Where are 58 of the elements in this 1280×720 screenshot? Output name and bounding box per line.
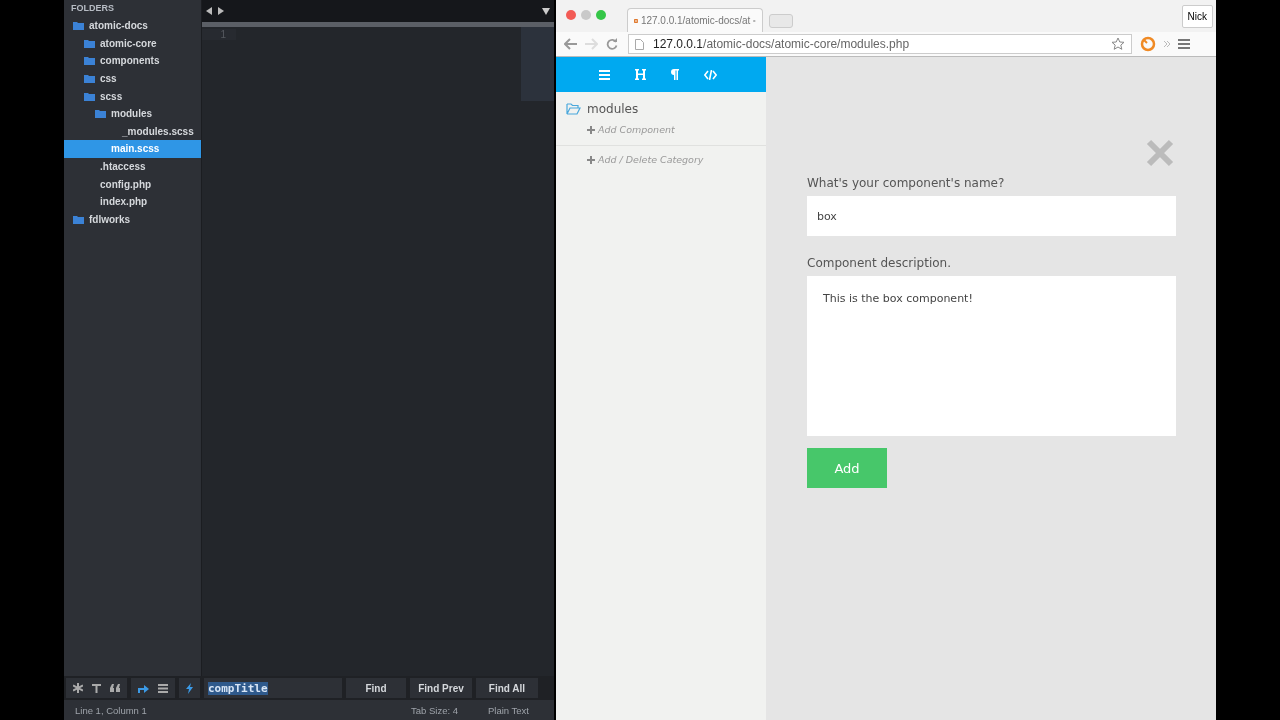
page-icon	[635, 38, 644, 50]
find-field[interactable]: compTitle	[204, 678, 342, 698]
field-label: What's your component's name?	[807, 176, 1006, 190]
folder-icon	[84, 91, 95, 101]
menu-icon[interactable]	[599, 69, 610, 80]
tree-item[interactable]: _modules.scss	[64, 122, 201, 141]
category-item[interactable]: modules	[556, 92, 766, 119]
sidebar-heading: FOLDERS	[70, 2, 115, 15]
profile-button[interactable]: Nick	[1181, 4, 1213, 28]
plus-icon	[587, 155, 595, 164]
case-icon[interactable]	[92, 683, 101, 693]
code-icon[interactable]	[704, 69, 717, 80]
tree-item[interactable]: scss	[64, 87, 201, 105]
folder-icon	[84, 38, 95, 48]
tree-item[interactable]: components	[64, 52, 201, 70]
lightning-icon[interactable]	[186, 682, 193, 694]
wrap-icon[interactable]	[138, 683, 149, 693]
folder-icon	[566, 103, 581, 115]
dropdown-icon[interactable]	[542, 7, 550, 15]
heading-icon[interactable]	[635, 69, 646, 80]
name-field[interactable]: box	[807, 196, 1176, 236]
tree-item[interactable]: atomic-docs	[64, 17, 201, 35]
find-button[interactable]: Find All	[476, 678, 538, 698]
tree-item[interactable]: .htaccess	[64, 157, 201, 176]
menu-icon[interactable]	[1178, 39, 1190, 49]
tree-item[interactable]: fdlworks	[64, 210, 201, 229]
find-button[interactable]: Find Prev	[410, 678, 472, 698]
tab-size[interactable]: Tab Size: 4	[411, 704, 458, 716]
regex-icon[interactable]	[73, 683, 83, 693]
folder-icon	[84, 74, 95, 84]
tree-item[interactable]: index.php	[64, 192, 201, 211]
paragraph-icon[interactable]	[671, 69, 679, 80]
window-controls-icon[interactable]	[565, 9, 609, 21]
folder-icon	[73, 214, 84, 224]
field-label: Component description.	[807, 256, 953, 270]
folder-icon	[95, 109, 106, 119]
tree-item[interactable]: config.php	[64, 175, 201, 193]
folder-icon	[73, 21, 84, 31]
overflow-icon[interactable]	[1164, 41, 1170, 47]
tree-item[interactable]: modules	[64, 104, 201, 123]
cursor-position: Line 1, Column 1	[75, 704, 147, 716]
lines-icon[interactable]	[158, 683, 168, 693]
tab-nav-icon[interactable]	[206, 7, 226, 15]
plus-icon	[587, 125, 595, 134]
tree-item[interactable]: css	[64, 69, 201, 88]
description-field[interactable]: This is the box component!	[807, 276, 1176, 436]
close-icon[interactable]	[1146, 139, 1174, 167]
star-icon[interactable]	[1111, 37, 1125, 51]
quote-icon[interactable]	[110, 684, 120, 692]
syntax-mode[interactable]: Plain Text	[488, 704, 529, 716]
folder-icon	[84, 56, 95, 66]
address-bar[interactable]: 127.0.0.1/atomic-docs/atomic-core/modules.php	[628, 34, 1132, 54]
reload-icon[interactable]	[606, 38, 618, 50]
tree-item[interactable]: atomic-core	[64, 34, 201, 53]
extension-icon[interactable]	[1140, 36, 1156, 52]
find-button[interactable]: Find	[346, 678, 406, 698]
browser-tab[interactable]: 127.0.0.1/atomic-docs/at	[627, 8, 763, 32]
back-icon[interactable]	[564, 38, 577, 50]
